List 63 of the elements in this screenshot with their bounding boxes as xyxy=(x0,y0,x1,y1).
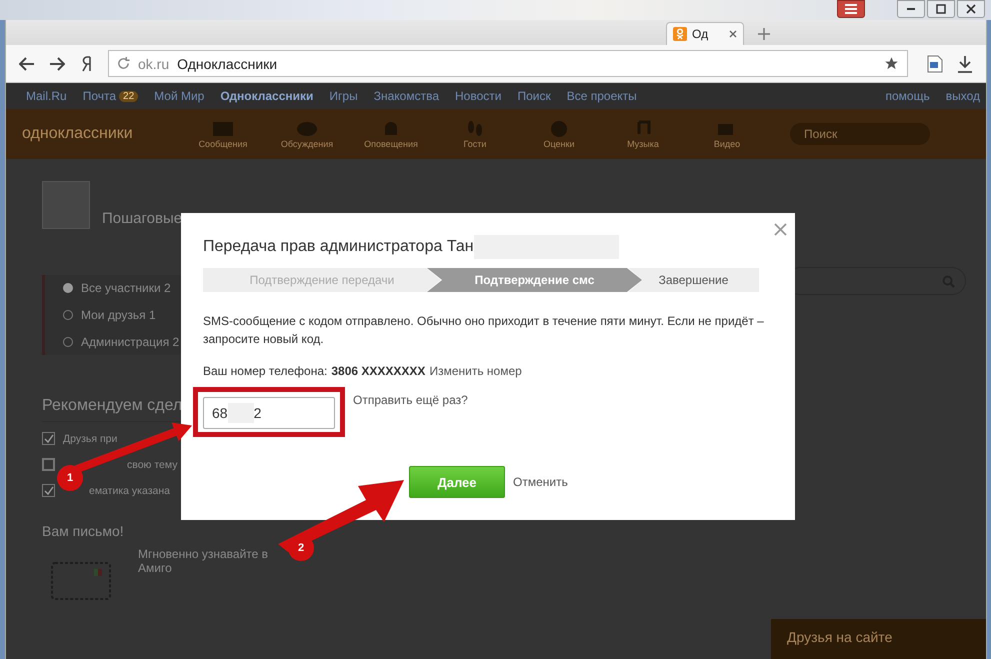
speech-bubble-icon xyxy=(295,119,319,139)
portal-nav-link[interactable]: Игры xyxy=(329,89,358,103)
header-nav-item[interactable]: Сообщения xyxy=(192,119,254,149)
wizard-step: Завершение xyxy=(628,268,759,292)
browser-tab[interactable]: Од xyxy=(666,22,744,45)
address-field[interactable]: ok.ru Одноклассники xyxy=(108,50,908,77)
change-number-link[interactable]: Изменить номер xyxy=(429,364,522,378)
header-nav-item[interactable]: Гости xyxy=(444,119,506,149)
phone-number: 3806 XXXXXXXX xyxy=(331,364,426,378)
next-button[interactable]: Далее xyxy=(409,466,505,498)
phone-label: Ваш номер телефона: xyxy=(203,364,328,378)
header-nav-item[interactable]: Музыка xyxy=(612,119,674,149)
group-title: Пошаговые xyxy=(102,210,184,227)
portal-nav-link[interactable]: Почта 22 xyxy=(82,89,138,103)
minimize-icon xyxy=(907,8,915,10)
sms-message: SMS-сообщение с кодом отправлено. Обычно оно приходит в течение пяти минут. Если не придёт – запросите новый код. xyxy=(203,313,765,348)
bookmark-star-icon[interactable] xyxy=(884,56,899,71)
friends-online-panel[interactable]: Друзья на сайте xyxy=(771,619,986,659)
close-icon[interactable] xyxy=(729,30,737,38)
portal-nav-link[interactable]: Одноклассники xyxy=(220,89,314,103)
header-nav-item[interactable]: Обсуждения xyxy=(276,119,338,149)
cancel-link[interactable]: Отменить xyxy=(513,475,568,489)
group-avatar-icon xyxy=(42,181,90,229)
code-input-field[interactable]: 68 2 xyxy=(203,397,335,429)
envelope-icon xyxy=(211,119,235,139)
search-field[interactable]: Поиск xyxy=(790,123,930,145)
site-logo-icon xyxy=(673,27,687,41)
wizard-step: Подтверждение смс xyxy=(427,268,642,292)
wizard-step: Подтверждение передачи xyxy=(203,268,441,292)
menu-button[interactable] xyxy=(837,0,865,18)
close-icon xyxy=(966,4,976,14)
checkbox[interactable] xyxy=(42,432,55,445)
menu-icon xyxy=(844,4,858,14)
portal-nav-link[interactable]: Поиск xyxy=(517,89,551,103)
page-title: Одноклассники xyxy=(177,56,278,72)
dialog-title: Передача прав администратора Тан xyxy=(203,238,474,256)
task-label: ематика указана xyxy=(89,484,170,496)
maximize-button[interactable] xyxy=(927,0,955,18)
site-logo[interactable]: одноклассники xyxy=(22,125,162,143)
portal-nav-link[interactable]: выход xyxy=(946,89,980,103)
maximize-icon xyxy=(936,4,946,14)
url-domain: ok.ru xyxy=(138,56,170,72)
portal-nav-link[interactable]: Знакомства xyxy=(374,89,439,103)
new-tab-icon[interactable] xyxy=(758,28,770,40)
portal-nav-link[interactable]: Mail.Ru xyxy=(26,89,67,103)
promo-text: Мгновенно узнавайте в Амиго xyxy=(138,547,270,577)
portal-nav-link[interactable]: Мой Мир xyxy=(154,89,204,103)
task-label: свою тему xyxy=(127,458,178,470)
header-nav-item[interactable]: Видео xyxy=(696,119,758,149)
portal-nav-link[interactable]: Новости xyxy=(455,89,502,103)
header-nav-item[interactable]: Оценки xyxy=(528,119,590,149)
resend-link[interactable]: Отправить ещё раз? xyxy=(353,393,468,407)
portal-nav-link[interactable]: помощь xyxy=(885,89,930,103)
close-icon[interactable] xyxy=(774,223,787,236)
minimize-button[interactable] xyxy=(897,0,925,18)
close-button[interactable] xyxy=(957,0,985,18)
section-heading: Вам письмо! xyxy=(42,523,125,539)
task-label: Друзья при xyxy=(63,432,118,444)
portal-nav-link[interactable]: Все проекты xyxy=(566,89,637,103)
reload-icon[interactable] xyxy=(117,57,130,70)
checkbox[interactable] xyxy=(42,458,55,471)
checkbox[interactable] xyxy=(42,484,55,497)
header-nav-item[interactable]: Оповещения xyxy=(360,119,422,149)
